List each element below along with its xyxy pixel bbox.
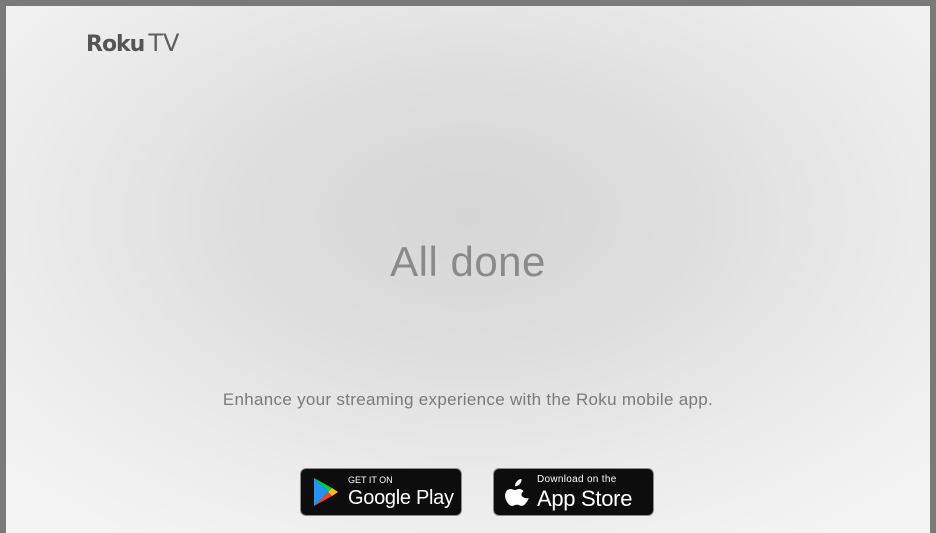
- page-subtitle: Enhance your streaming experience with t…: [222, 390, 714, 409]
- logo-roku-text: Roku: [86, 32, 145, 57]
- google-play-badge[interactable]: GET IT ON Google Play: [300, 468, 462, 516]
- logo-tv-text: TV: [148, 29, 180, 57]
- app-store-badges: GET IT ON Google Play Download on the Ap…: [6, 468, 930, 516]
- roku-tv-logo: Roku TV: [86, 29, 179, 59]
- apple-icon: [505, 478, 529, 506]
- google-play-badge-text: GET IT ON Google Play: [348, 475, 454, 509]
- app-store-badge-text: Download on the App Store: [537, 473, 633, 511]
- app-store-big-label: App Store: [537, 485, 633, 511]
- app-store-small-label: Download on the: [537, 473, 617, 485]
- setup-complete-screen: Roku TV All done Enhance your streaming …: [6, 6, 930, 533]
- google-play-small-label: GET IT ON: [348, 475, 393, 485]
- tv-screen-frame: Roku TV All done Enhance your streaming …: [0, 0, 936, 533]
- google-play-big-label: Google Play: [348, 487, 454, 509]
- google-play-icon: [312, 477, 340, 507]
- page-title: All done: [390, 238, 546, 285]
- app-store-badge[interactable]: Download on the App Store: [493, 468, 654, 516]
